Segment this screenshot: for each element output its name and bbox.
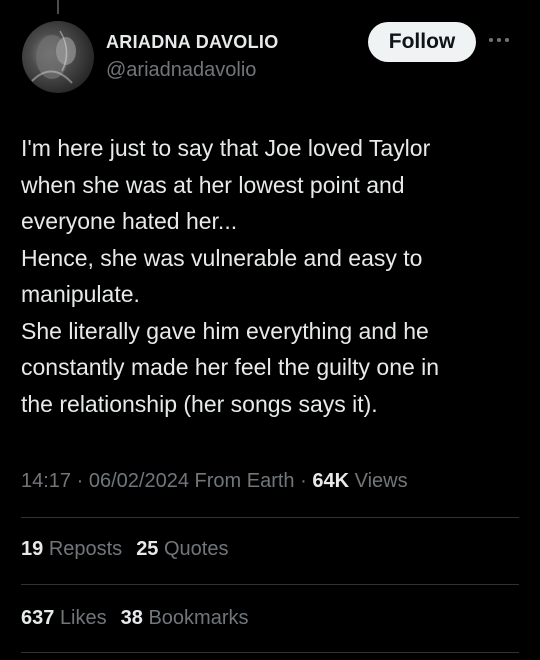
tweet-line: Hence, she was vulnerable and easy to — [21, 244, 423, 271]
more-options-icon[interactable] — [489, 34, 517, 46]
tweet-text: I'm here just to say that Joe loved Tayl… — [21, 130, 521, 422]
follow-button[interactable]: Follow — [368, 22, 476, 62]
quotes-link[interactable]: 25 Quotes — [136, 538, 228, 560]
tweet-source: From Earth — [194, 470, 295, 492]
tweet-line: when she was at her lowest point and — [21, 171, 405, 198]
tweet-line: She literally gave him everything and he — [21, 317, 429, 344]
views-label: Views — [354, 470, 408, 492]
tweet-meta: 14:17 · 06/02/2024 From Earth · 64K View… — [21, 470, 408, 493]
likes-label: Likes — [59, 607, 107, 629]
author-display-name[interactable]: ARIADNA DAVOLIO — [106, 32, 279, 53]
tweet-time[interactable]: 14:17 — [21, 470, 71, 492]
tweet-line: everyone hated her... — [21, 208, 238, 234]
bookmarks-count: 38 — [120, 607, 143, 629]
tweet-line: constantly made her feel the guilty one … — [21, 354, 440, 380]
quotes-label: Quotes — [164, 538, 229, 560]
tweet-date[interactable]: 06/02/2024 — [89, 470, 189, 492]
divider — [21, 652, 519, 653]
engagement-row-2: 637 Likes 38 Bookmarks — [21, 607, 248, 630]
engagement-row-1: 19 Reposts 25 Quotes — [21, 538, 228, 561]
reposts-label: Reposts — [48, 538, 123, 560]
likes-link[interactable]: 637 Likes — [21, 607, 107, 629]
profile-photo-icon — [31, 30, 76, 84]
author-handle[interactable]: @ariadnadavolio — [106, 59, 256, 82]
thread-line — [57, 0, 59, 14]
views-count: 64K — [312, 470, 350, 492]
divider — [21, 517, 519, 518]
reposts-link[interactable]: 19 Reposts — [21, 538, 122, 560]
tweet-line: manipulate. — [21, 281, 140, 307]
likes-count: 637 — [21, 607, 55, 629]
divider — [21, 584, 519, 585]
avatar[interactable] — [22, 21, 94, 93]
meta-separator: · — [300, 470, 313, 492]
tweet-line: the relationship (her songs says it). — [21, 390, 378, 417]
reposts-count: 19 — [21, 538, 44, 560]
tweet-line: I'm here just to say that Joe loved Tayl… — [21, 135, 431, 161]
bookmarks-label: Bookmarks — [148, 607, 249, 629]
bookmarks-link[interactable]: 38 Bookmarks — [121, 607, 249, 629]
quotes-count: 25 — [136, 538, 159, 560]
meta-separator: · — [76, 470, 89, 492]
